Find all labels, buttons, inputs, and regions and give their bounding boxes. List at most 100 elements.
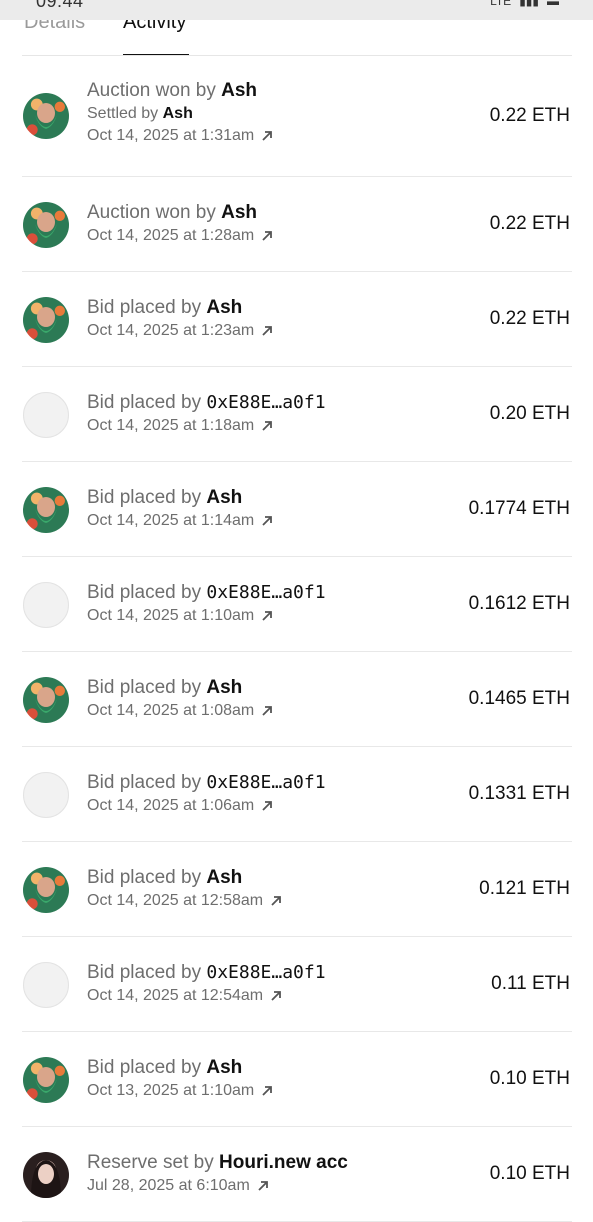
actor-address-link[interactable]: 0xE88E…a0f1 (206, 772, 325, 793)
external-link-arrow-icon (262, 421, 273, 431)
activity-title: Auction won by Ash (87, 201, 274, 225)
external-link-arrow-icon (271, 991, 282, 1001)
network-label: LTE (490, 0, 512, 8)
external-link-arrow-icon (258, 1181, 268, 1191)
actor-link[interactable]: Ash (206, 297, 242, 318)
activity-row[interactable]: Bid placed by Ash Oct 14, 2025 at 1:14am… (0, 462, 593, 557)
activity-date-link[interactable]: Oct 14, 2025 at 1:31am (87, 125, 274, 147)
user-avatar-placeholder[interactable] (23, 392, 69, 438)
user-avatar-placeholder[interactable] (23, 962, 69, 1008)
actor-link[interactable]: Ash (221, 80, 257, 101)
woman-portrait-avatar-icon (31, 1160, 61, 1198)
activity-date: Oct 14, 2025 at 12:58am (87, 892, 264, 909)
battery-icon: ▬ (547, 0, 559, 8)
external-link-arrow-icon (262, 611, 273, 621)
activity-row[interactable]: Bid placed by 0xE88E…a0f1 Oct 14, 2025 a… (0, 937, 593, 1032)
user-avatar[interactable] (23, 93, 69, 139)
actor-link[interactable]: Ash (206, 1057, 242, 1078)
activity-title: Bid placed by 0xE88E…a0f1 (87, 581, 326, 605)
settled-actor-link[interactable]: Ash (163, 105, 193, 122)
action-text: Bid placed by (87, 867, 202, 888)
activity-amount: 0.20 ETH (489, 403, 570, 424)
activity-title: Reserve set by Houri.new acc (87, 1151, 348, 1175)
activity-row[interactable]: Bid placed by Ash Oct 13, 2025 at 1:10am… (0, 1032, 593, 1127)
actor-address-link[interactable]: 0xE88E…a0f1 (206, 582, 325, 603)
activity-title: Bid placed by Ash (87, 296, 274, 320)
actor-address-link[interactable]: 0xE88E…a0f1 (206, 962, 325, 983)
activity-title: Bid placed by Ash (87, 1056, 274, 1080)
activity-title: Auction won by Ash (87, 79, 274, 103)
activity-date-link[interactable]: Oct 14, 2025 at 1:28am (87, 225, 274, 247)
activity-row[interactable]: Bid placed by 0xE88E…a0f1 Oct 14, 2025 a… (0, 747, 593, 842)
activity-date: Oct 14, 2025 at 1:18am (87, 417, 255, 434)
action-text: Bid placed by (87, 962, 202, 983)
action-text: Bid placed by (87, 297, 202, 318)
activity-row[interactable]: Bid placed by 0xE88E…a0f1 Oct 14, 2025 a… (0, 557, 593, 652)
user-avatar-placeholder[interactable] (23, 582, 69, 628)
bearded-man-avatar-icon (35, 687, 57, 713)
external-link-arrow-icon (262, 231, 273, 241)
activity-date-link[interactable]: Oct 14, 2025 at 1:10am (87, 605, 326, 627)
activity-date-link[interactable]: Jul 28, 2025 at 6:10am (87, 1175, 348, 1197)
activity-date-link[interactable]: Oct 14, 2025 at 1:14am (87, 510, 274, 532)
activity-date-link[interactable]: Oct 14, 2025 at 1:06am (87, 795, 326, 817)
bearded-man-avatar-icon (35, 103, 57, 129)
actor-link[interactable]: Ash (206, 677, 242, 698)
user-avatar[interactable] (23, 677, 69, 723)
activity-amount: 0.22 ETH (489, 308, 570, 329)
bearded-man-avatar-icon (35, 307, 57, 333)
bearded-man-avatar-icon (35, 497, 57, 523)
actor-link[interactable]: Ash (206, 487, 242, 508)
activity-row[interactable]: Bid placed by Ash Oct 14, 2025 at 1:08am… (0, 652, 593, 747)
activity-date-link[interactable]: Oct 14, 2025 at 12:58am (87, 890, 283, 912)
activity-date: Oct 14, 2025 at 12:54am (87, 987, 264, 1004)
signal-icon: ▮▮▮ (519, 0, 539, 8)
activity-date: Oct 14, 2025 at 1:10am (87, 607, 255, 624)
user-avatar-placeholder[interactable] (23, 772, 69, 818)
external-link-arrow-icon (262, 326, 273, 336)
activity-amount: 0.10 ETH (489, 1163, 570, 1184)
activity-amount: 0.121 ETH (479, 878, 570, 899)
activity-row[interactable]: Reserve set by Houri.new acc Jul 28, 202… (0, 1127, 593, 1222)
user-avatar[interactable] (23, 487, 69, 533)
activity-amount: 0.1331 ETH (468, 783, 570, 804)
user-avatar[interactable] (23, 202, 69, 248)
action-text: Bid placed by (87, 582, 202, 603)
activity-row[interactable]: Auction won by Ash Settled by Ash Oct 14… (0, 56, 593, 177)
actor-link[interactable]: Ash (221, 202, 257, 223)
action-text: Bid placed by (87, 487, 202, 508)
user-avatar[interactable] (23, 297, 69, 343)
activity-date: Oct 14, 2025 at 1:31am (87, 127, 255, 144)
activity-date-link[interactable]: Oct 14, 2025 at 12:54am (87, 985, 326, 1007)
user-avatar[interactable] (23, 1057, 69, 1103)
activity-date: Oct 14, 2025 at 1:23am (87, 322, 255, 339)
activity-amount: 0.10 ETH (489, 1068, 570, 1089)
activity-date-link[interactable]: Oct 14, 2025 at 1:08am (87, 700, 274, 722)
actor-link[interactable]: Ash (206, 867, 242, 888)
activity-row[interactable]: Bid placed by Ash Oct 14, 2025 at 1:23am… (0, 272, 593, 367)
activity-date-link[interactable]: Oct 13, 2025 at 1:10am (87, 1080, 274, 1102)
activity-amount: 0.22 ETH (489, 213, 570, 234)
action-text: Bid placed by (87, 677, 202, 698)
status-icons: LTE ▮▮▮ ▬ (490, 0, 559, 8)
user-avatar[interactable] (23, 867, 69, 913)
status-time: 09:44 (36, 0, 84, 11)
activity-date-link[interactable]: Oct 14, 2025 at 1:23am (87, 320, 274, 342)
activity-date-link[interactable]: Oct 14, 2025 at 1:18am (87, 415, 326, 437)
user-avatar[interactable] (23, 1152, 69, 1198)
external-link-arrow-icon (262, 706, 273, 716)
activity-row[interactable]: Bid placed by 0xE88E…a0f1 Oct 14, 2025 a… (0, 367, 593, 462)
settled-label: Settled by (87, 105, 159, 122)
activity-amount: 0.11 ETH (491, 973, 570, 994)
activity-date: Jul 28, 2025 at 6:10am (87, 1177, 250, 1194)
action-text: Bid placed by (87, 772, 202, 793)
external-link-arrow-icon (262, 1086, 273, 1096)
actor-link[interactable]: Houri.new acc (219, 1152, 348, 1173)
bearded-man-avatar-icon (35, 877, 57, 903)
activity-title: Bid placed by 0xE88E…a0f1 (87, 961, 326, 985)
activity-title: Bid placed by 0xE88E…a0f1 (87, 771, 326, 795)
actor-address-link[interactable]: 0xE88E…a0f1 (206, 392, 325, 413)
activity-row[interactable]: Auction won by Ash Oct 14, 2025 at 1:28a… (0, 177, 593, 272)
activity-row[interactable]: Bid placed by Ash Oct 14, 2025 at 12:58a… (0, 842, 593, 937)
bearded-man-avatar-icon (35, 212, 57, 238)
